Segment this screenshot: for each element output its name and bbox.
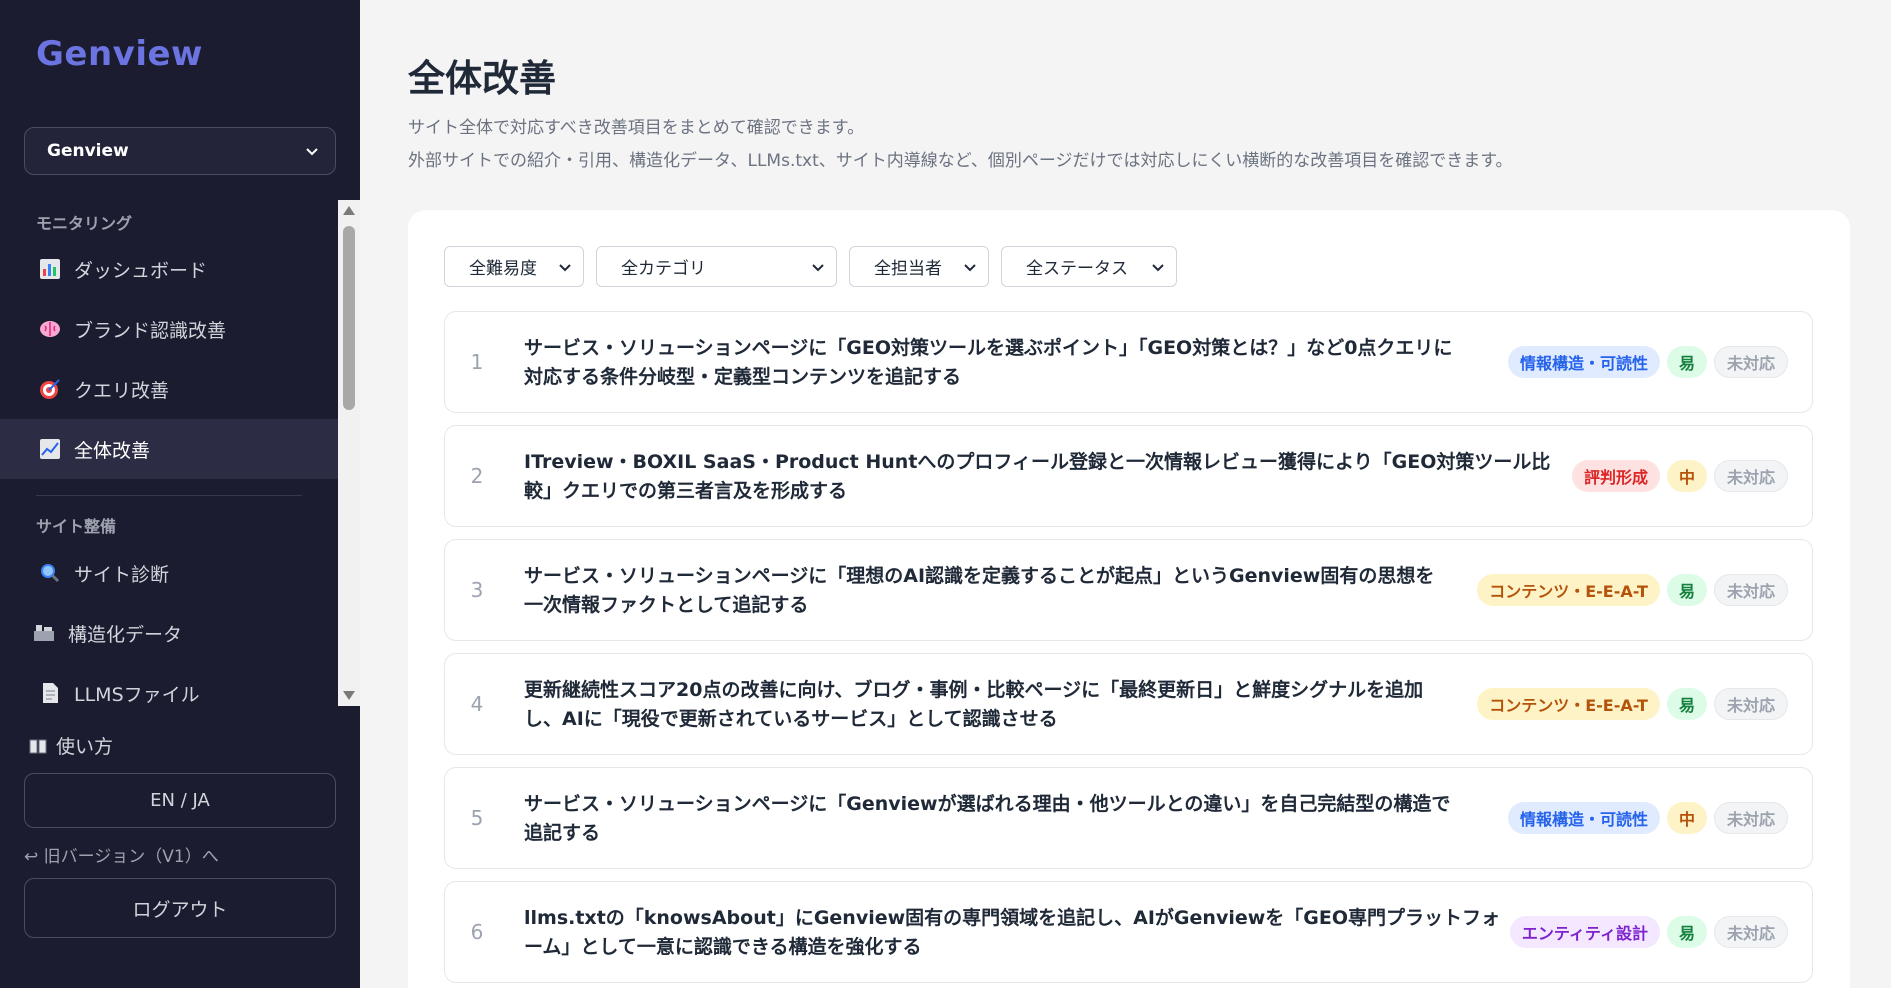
sidebar: Genview Genview モニタリング ダッシュボード ブランド認識改善 … [0, 0, 360, 988]
row-tags: 評判形成 中 未対応 [1571, 460, 1788, 492]
filter-label: 全担当者 [874, 259, 942, 279]
chevron-down-icon [559, 264, 571, 272]
howto-label: 使い方 [56, 736, 114, 758]
improvement-row[interactable]: 6 llms.txtの「knowsAbout」にGenview固有の専門領域を追… [444, 881, 1813, 983]
sidebar-item-query[interactable]: クエリ改善 [0, 359, 338, 419]
sidebar-scrollbar[interactable] [338, 200, 360, 706]
filter-label: 全カテゴリ [621, 259, 706, 279]
category-badge: 評判形成 [1571, 460, 1660, 492]
brain-icon [40, 321, 60, 337]
sidebar-item-label: 構造化データ [68, 623, 183, 646]
app-logo[interactable]: Genview [36, 34, 203, 74]
difficulty-badge: 易 [1666, 346, 1707, 378]
trend-chart-icon [40, 439, 60, 459]
category-badge: 情報構造・可読性 [1507, 802, 1660, 834]
row-number: 6 [470, 920, 484, 944]
difficulty-badge: 中 [1666, 460, 1707, 492]
status-badge: 未対応 [1713, 688, 1788, 720]
category-badge: エンティティ設計 [1509, 916, 1660, 948]
sidebar-item-site-diagnosis[interactable]: サイト診断 [0, 543, 338, 603]
old-version-link[interactable]: ↩ 旧バージョン（V1）へ [24, 842, 219, 867]
chevron-down-icon [306, 148, 318, 156]
row-title: llms.txtの「knowsAbout」にGenview固有の専門領域を追記し… [524, 907, 1501, 958]
workspace-select[interactable]: Genview [24, 127, 336, 175]
row-tags: エンティティ設計 易 未対応 [1509, 916, 1788, 948]
chevron-down-icon [964, 264, 976, 272]
row-title: サービス・ソリューションページに「GEO対策ツールを選ぶポイント」「GEO対策と… [524, 337, 1453, 388]
logout-button[interactable]: ログアウト [24, 878, 336, 938]
bar-chart-icon [40, 259, 60, 279]
filter-label: 全ステータス [1026, 259, 1128, 279]
target-icon [40, 379, 60, 399]
row-title: ITreview・BOXIL SaaS・Product Huntへのプロフィール… [524, 451, 1551, 502]
row-title: 更新継続性スコア20点の改善に向け、ブログ・事例・比較ページに「最終更新日」と鮮… [524, 679, 1424, 730]
difficulty-badge: 易 [1666, 916, 1707, 948]
improvement-row[interactable]: 4 更新継続性スコア20点の改善に向け、ブログ・事例・比較ページに「最終更新日」… [444, 653, 1813, 755]
howto-link[interactable]: 使い方 [28, 732, 113, 759]
sidebar-item-dashboard[interactable]: ダッシュボード [0, 239, 338, 299]
structure-icon [34, 625, 54, 641]
document-icon [43, 683, 58, 703]
sidebar-item-llms[interactable]: LLMSファイル [0, 663, 338, 706]
sidebar-item-brand[interactable]: ブランド認識改善 [0, 299, 338, 359]
improvement-row[interactable]: 1 サービス・ソリューションページに「GEO対策ツールを選ぶポイント」「GEO対… [444, 311, 1813, 413]
row-number: 4 [470, 692, 484, 716]
sidebar-item-label: サイト診断 [74, 563, 170, 586]
improvement-row[interactable]: 2 ITreview・BOXIL SaaS・Product Huntへのプロフィ… [444, 425, 1813, 527]
sidebar-item-structured-data[interactable]: 構造化データ [0, 603, 338, 663]
page-description-1: サイト全体で対応すべき改善項目をまとめて確認できます。 [408, 118, 865, 138]
assignee-filter[interactable]: 全担当者 [849, 246, 989, 287]
status-badge: 未対応 [1713, 346, 1788, 378]
improvement-row[interactable]: 5 サービス・ソリューションページに「Genviewが選ばれる理由・他ツールとの… [444, 767, 1813, 869]
section-label-monitoring: モニタリング [36, 214, 133, 233]
improvement-row[interactable]: 3 サービス・ソリューションページに「理想のAI認識を定義することが起点」という… [444, 539, 1813, 641]
scroll-down-arrow[interactable] [343, 691, 355, 700]
section-label-site: サイト整備 [36, 517, 117, 536]
book-icon [29, 739, 47, 753]
sidebar-nav: モニタリング ダッシュボード ブランド認識改善 クエリ改善 全体改善 サイト整備… [0, 200, 338, 706]
chevron-down-icon [812, 264, 824, 272]
filter-label: 全難易度 [469, 259, 537, 279]
nav-divider [36, 495, 302, 496]
workspace-label: Genview [47, 141, 129, 161]
sidebar-item-label: ブランド認識改善 [74, 319, 227, 342]
difficulty-badge: 易 [1666, 688, 1707, 720]
category-badge: コンテンツ・E-E-A-T [1477, 688, 1660, 720]
sidebar-item-label: クエリ改善 [74, 379, 170, 402]
status-badge: 未対応 [1713, 916, 1788, 948]
language-toggle-button[interactable]: EN / JA [24, 773, 336, 828]
status-badge: 未対応 [1713, 802, 1788, 834]
status-filter[interactable]: 全ステータス [1001, 246, 1177, 287]
row-number: 3 [470, 578, 484, 602]
sidebar-item-overall[interactable]: 全体改善 [0, 419, 338, 479]
difficulty-badge: 易 [1666, 574, 1707, 606]
category-badge: コンテンツ・E-E-A-T [1477, 574, 1660, 606]
status-badge: 未対応 [1713, 574, 1788, 606]
row-tags: 情報構造・可読性 中 未対応 [1507, 802, 1788, 834]
page-title: 全体改善 [408, 57, 556, 100]
category-badge: 情報構造・可読性 [1507, 346, 1660, 378]
chevron-down-icon [1152, 264, 1164, 272]
magnifier-icon [41, 564, 60, 583]
page-description-2: 外部サイトでの紹介・引用、構造化データ、LLMs.txt、サイト内導線など、個別… [408, 151, 1513, 171]
row-tags: 情報構造・可読性 易 未対応 [1507, 346, 1788, 378]
scroll-thumb[interactable] [343, 226, 355, 410]
row-number: 2 [470, 464, 484, 488]
difficulty-badge: 中 [1666, 802, 1707, 834]
scroll-up-arrow[interactable] [343, 206, 355, 215]
row-tags: コンテンツ・E-E-A-T 易 未対応 [1477, 574, 1788, 606]
row-title: サービス・ソリューションページに「Genviewが選ばれる理由・他ツールとの違い… [524, 793, 1451, 844]
row-tags: コンテンツ・E-E-A-T 易 未対応 [1477, 688, 1788, 720]
difficulty-filter[interactable]: 全難易度 [444, 246, 584, 287]
sidebar-item-label: 全体改善 [74, 439, 151, 462]
row-number: 5 [470, 806, 484, 830]
status-badge: 未対応 [1713, 460, 1788, 492]
sidebar-item-label: ダッシュボード [74, 259, 208, 282]
row-number: 1 [470, 350, 484, 374]
sidebar-item-label: LLMSファイル [74, 683, 200, 706]
category-filter[interactable]: 全カテゴリ [596, 246, 837, 287]
row-title: サービス・ソリューションページに「理想のAI認識を定義することが起点」というGe… [524, 565, 1435, 616]
